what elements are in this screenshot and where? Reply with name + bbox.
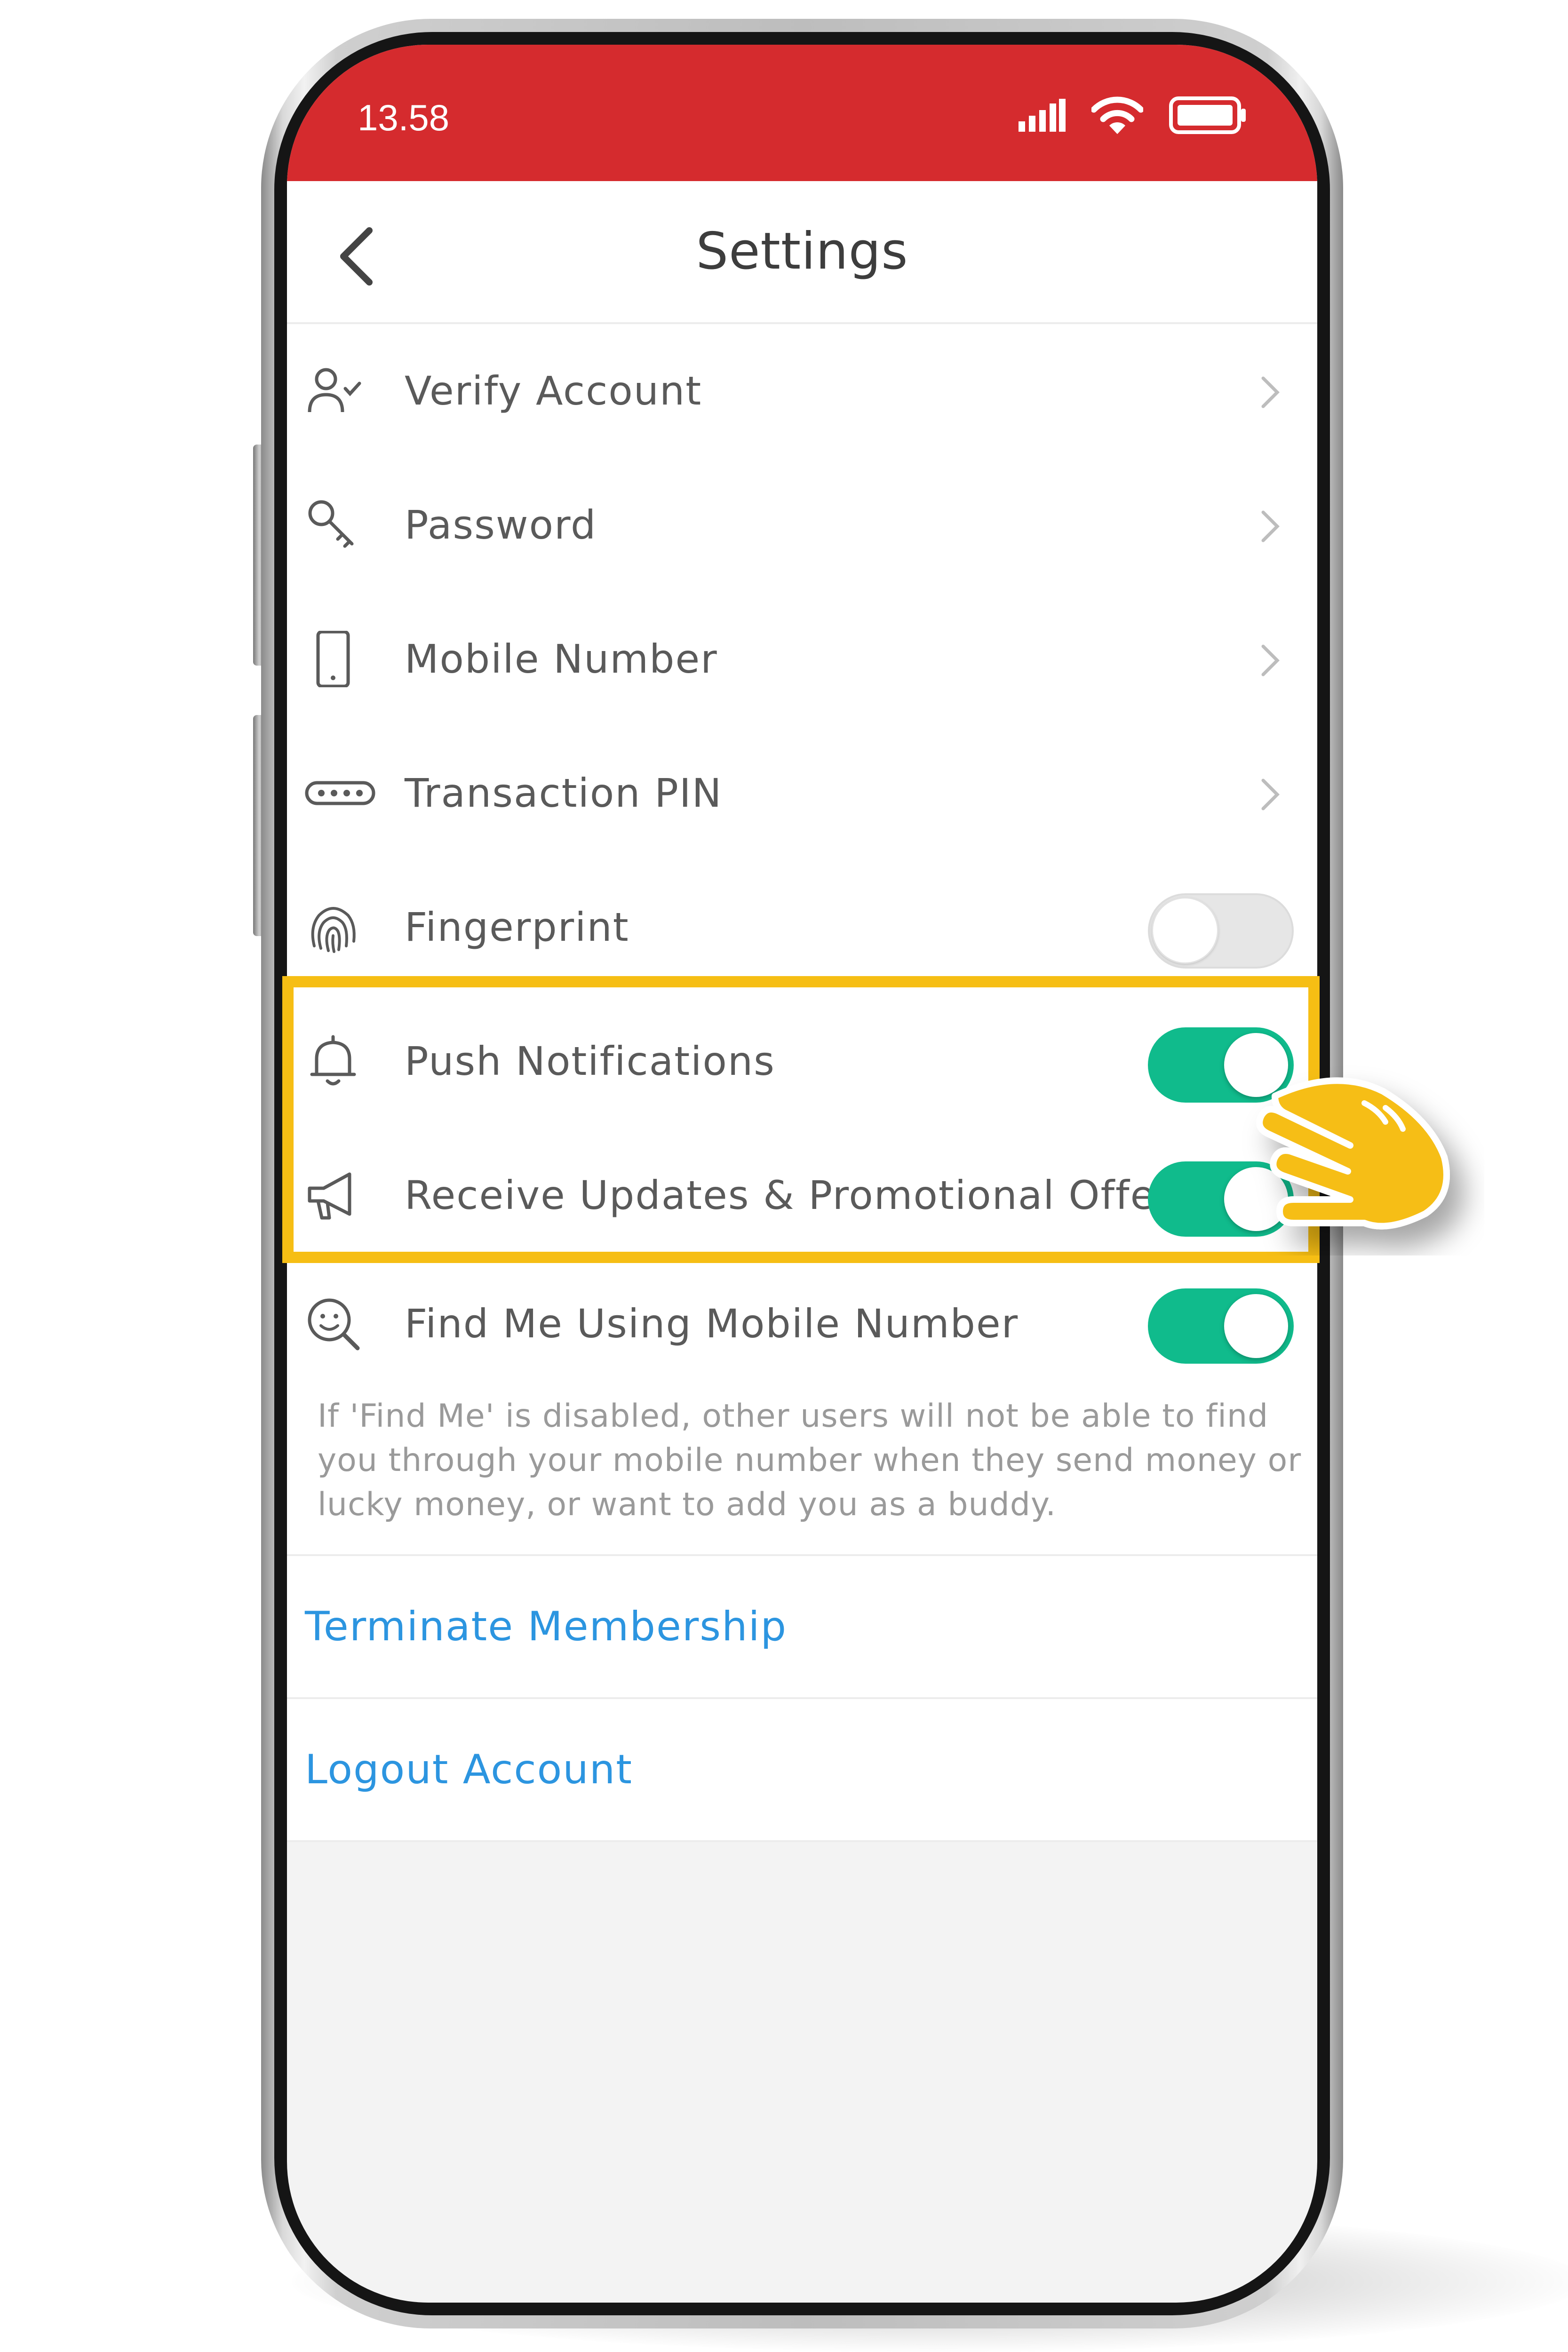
row-label: Find Me Using Mobile Number — [405, 1301, 1019, 1347]
terminate-membership-label: Terminate Membership — [305, 1603, 788, 1650]
pin-dots-icon — [305, 781, 375, 805]
status-bar: 13.58 — [287, 45, 1317, 181]
row-label: Mobile Number — [405, 636, 718, 682]
terminate-membership-link[interactable]: Terminate Membership — [287, 1556, 1317, 1699]
key-icon — [308, 500, 354, 548]
row-label: Transaction PIN — [405, 770, 723, 816]
logout-account-label: Logout Account — [305, 1746, 633, 1793]
face-search-icon — [308, 1298, 360, 1351]
battery-icon — [1169, 96, 1246, 134]
user-check-icon — [308, 368, 361, 413]
wifi-icon — [1091, 96, 1143, 134]
page-title: Settings — [696, 222, 908, 281]
setting-row-password[interactable]: Password — [287, 458, 1317, 594]
chevron-right-icon — [1261, 644, 1280, 676]
highlight-box — [282, 976, 1320, 1263]
setting-row-find-me: Find Me Using Mobile Number If 'Find Me'… — [287, 1263, 1317, 1556]
find-me-description: If 'Find Me' is disabled, other users wi… — [318, 1398, 1302, 1523]
signal-icon — [1019, 99, 1066, 132]
setting-row-transaction-pin[interactable]: Transaction PIN — [287, 726, 1317, 862]
row-label: Verify Account — [405, 368, 702, 414]
setting-row-verify-account[interactable]: Verify Account — [287, 324, 1317, 460]
fingerprint-icon — [311, 907, 356, 953]
pointing-hand-icon — [1256, 1077, 1450, 1230]
status-icons — [1019, 92, 1247, 139]
row-label: Fingerprint — [405, 904, 629, 950]
fingerprint-toggle[interactable] — [1148, 893, 1294, 969]
back-button[interactable] — [332, 226, 383, 287]
chevron-right-icon — [1261, 779, 1280, 810]
chevron-right-icon — [1261, 510, 1280, 542]
setting-row-mobile-number[interactable]: Mobile Number — [287, 592, 1317, 728]
header: Settings — [287, 181, 1317, 324]
mobile-phone-icon — [316, 631, 350, 687]
status-time: 13.58 — [358, 97, 450, 138]
row-label: Password — [405, 502, 597, 548]
logout-account-link[interactable]: Logout Account — [287, 1699, 1317, 1842]
chevron-right-icon — [1261, 376, 1280, 408]
